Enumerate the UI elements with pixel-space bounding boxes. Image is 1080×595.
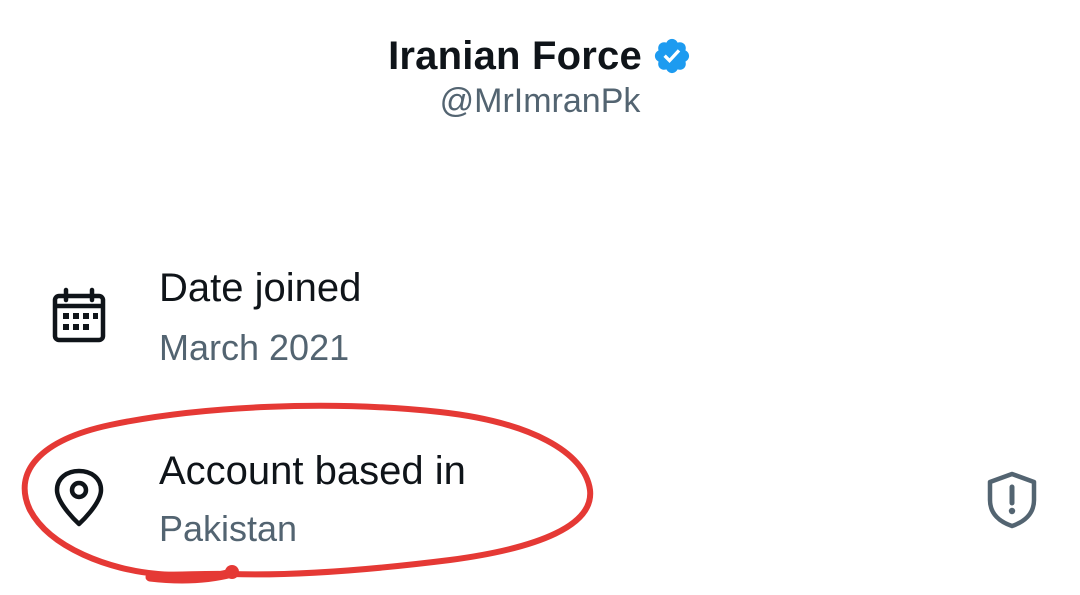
date-joined-value: March 2021 [159,327,350,368]
calendar-icon [52,287,106,343]
name-row: Iranian Force [388,30,692,82]
account-based-in-label: Account based in [159,449,466,493]
verified-badge-icon [654,38,689,74]
display-name: Iranian Force [388,33,642,78]
account-based-in-value: Pakistan [159,508,298,549]
profile-header: Iranian Force @MrImranPk [0,30,1080,121]
shield-alert-icon[interactable] [982,470,1042,530]
date-joined-row: Date joined March 2021 [0,260,1080,380]
date-joined-label: Date joined [159,266,362,310]
account-based-in-row: Account based in Pakistan [0,440,1080,560]
user-handle[interactable]: @MrImranPk [0,82,1080,121]
location-pin-icon [54,468,104,527]
